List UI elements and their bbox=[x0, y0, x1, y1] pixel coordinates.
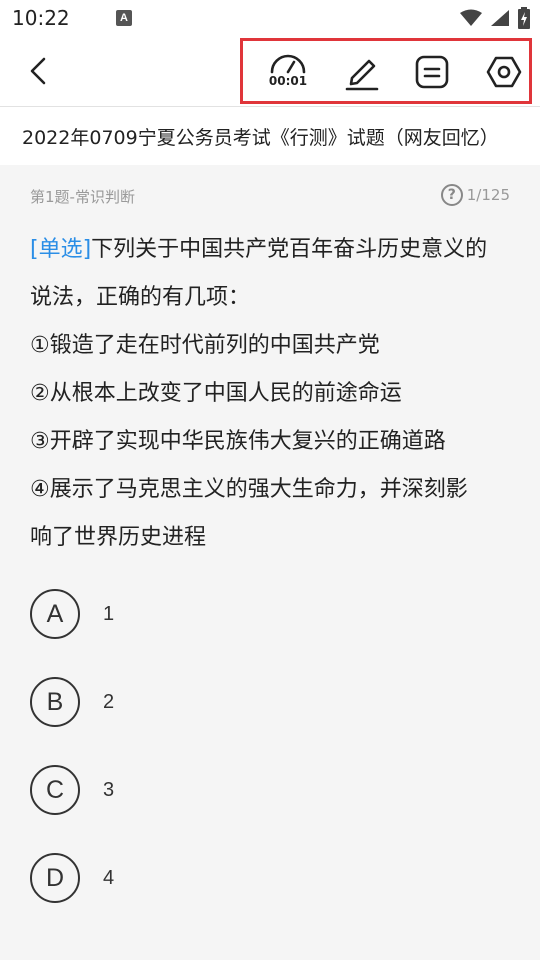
pen-icon[interactable] bbox=[342, 52, 382, 92]
question-meta: 第1题-常识判断 bbox=[30, 188, 135, 206]
option-a[interactable]: A 1 bbox=[30, 588, 330, 640]
cellular-icon bbox=[491, 10, 509, 26]
question-progress: ? 1/125 bbox=[440, 184, 510, 206]
question-text: 说法，正确的有几项： bbox=[30, 285, 251, 310]
settings-icon[interactable] bbox=[484, 52, 524, 92]
option-letter: A bbox=[30, 589, 80, 639]
option-text: 1 bbox=[103, 602, 115, 625]
option-text: 2 bbox=[103, 690, 115, 713]
progress-counter: 1/125 bbox=[466, 186, 510, 204]
statement-item: ③开辟了实现中华民族伟大复兴的正确道路 bbox=[30, 429, 446, 454]
timer-icon bbox=[270, 54, 306, 74]
option-d[interactable]: D 4 bbox=[30, 852, 330, 904]
battery-icon bbox=[518, 7, 530, 29]
paper-title: 2022年0709宁夏公务员考试《行测》试题（网友回忆） bbox=[22, 127, 499, 149]
question-stem: [单选]下列关于中国共产党百年奋斗历史意义的 说法，正确的有几项： ①锻造了走在… bbox=[30, 226, 510, 562]
option-text: 3 bbox=[103, 778, 115, 801]
question-line: [单选]下列关于中国共产党百年奋斗历史意义的 bbox=[30, 226, 510, 274]
statement-item: ②从根本上改变了中国人民的前途命运 bbox=[30, 381, 402, 406]
statement-item: ①锻造了走在时代前列的中国共产党 bbox=[30, 333, 380, 358]
back-icon[interactable] bbox=[22, 54, 56, 88]
option-b[interactable]: B 2 bbox=[30, 676, 330, 728]
option-text: 4 bbox=[103, 866, 115, 889]
status-bar: 10:22 A bbox=[0, 0, 540, 36]
question-text: 下列关于中国共产党百年奋斗历史意义的 bbox=[91, 237, 488, 262]
status-time: 10:22 bbox=[12, 6, 70, 30]
notification-icon: A bbox=[116, 10, 132, 26]
status-icons bbox=[460, 6, 530, 30]
option-c[interactable]: C 3 bbox=[30, 764, 330, 816]
timer-button[interactable]: 00:01 bbox=[266, 50, 310, 96]
option-letter: D bbox=[30, 853, 80, 903]
app-bar: 00:01 bbox=[0, 36, 540, 107]
paper-title-bar: 2022年0709宁夏公务员考试《行测》试题（网友回忆） bbox=[0, 107, 540, 165]
question-type-tag: [单选] bbox=[30, 237, 92, 262]
help-icon[interactable]: ? bbox=[440, 184, 463, 206]
wifi-icon bbox=[460, 9, 482, 26]
statement-item: 响了世界历史进程 bbox=[30, 525, 207, 550]
option-letter: C bbox=[30, 765, 80, 815]
statement-item: ④展示了马克思主义的强大生命力，并深刻影 bbox=[30, 477, 468, 502]
timer-readout: 00:01 bbox=[268, 74, 308, 88]
answer-sheet-icon[interactable] bbox=[412, 52, 452, 92]
option-letter: B bbox=[30, 677, 80, 727]
